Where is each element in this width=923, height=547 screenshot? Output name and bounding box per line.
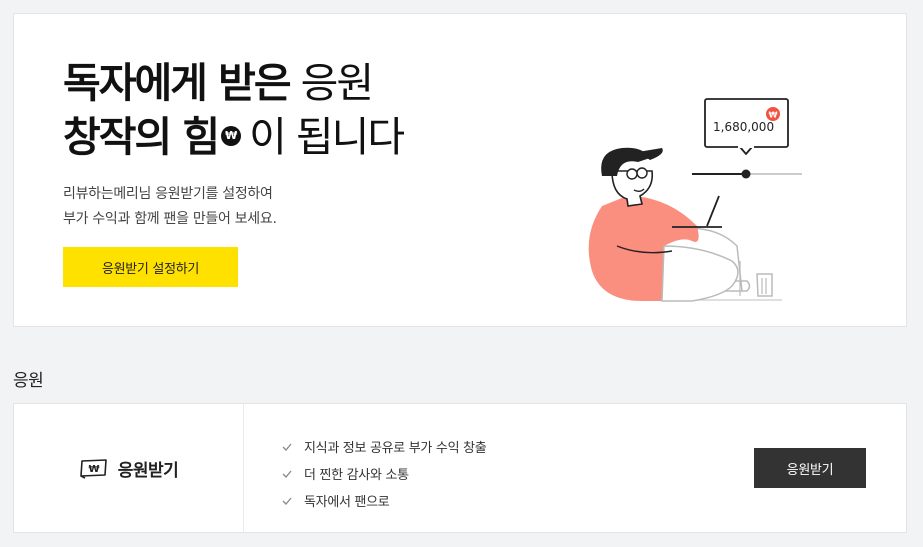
won-badge-symbol: ₩ (769, 111, 778, 120)
list-item: 독자에서 팬으로 (281, 487, 486, 514)
setup-support-button[interactable]: 응원받기 설정하기 (63, 247, 238, 287)
won-coin-icon: ₩ (221, 126, 242, 146)
benefit-list: 지식과 정보 공유로 부가 수익 창출 더 찐한 감사와 소통 독자에서 팬으로 (281, 433, 487, 514)
laptop-screen (706, 195, 720, 227)
hero-description: 리뷰하는메리님 응원받기를 설정하여 부가 수익과 함께 팬을 만들어 보세요. (63, 182, 277, 232)
hero-title-line1-bold: 독자에게 받은 (63, 59, 292, 107)
hero-description-line: 리뷰하는메리님 응원받기를 설정하여 (63, 186, 273, 202)
money-bill-icon: ₩ (79, 459, 107, 479)
amount-value: 1,680,000 (713, 120, 774, 134)
check-icon (282, 470, 292, 478)
benefit-text: 더 찐한 감사와 소통 (304, 468, 409, 483)
hero-title: 독자에게 받은 응원 창작의 힘 ₩ 이 됩니다 (63, 56, 405, 164)
slider-knob (741, 169, 751, 179)
list-item: 더 찐한 감사와 소통 (281, 460, 486, 487)
benefit-text: 독자에서 팬으로 (304, 495, 390, 510)
writer-laptop-illustration: ₩ 1,680,000 (588, 98, 802, 302)
benefit-text: 지식과 정보 공유로 부가 수익 창출 (304, 441, 487, 456)
support-card-brand: ₩ 응원받기 (14, 404, 244, 532)
hero-banner: 독자에게 받은 응원 창작의 힘 ₩ 이 됩니다 리뷰하는메리님 응원받기를 설정하… (13, 13, 907, 327)
hero-title-line1-thin: 응원 (300, 59, 374, 107)
list-item: 지식과 정보 공유로 부가 수익 창출 (281, 433, 487, 460)
hero-title-line2-bold: 창작의 힘 (63, 113, 220, 161)
check-icon (282, 443, 292, 451)
svg-text:₩: ₩ (88, 464, 99, 475)
support-card-label: 응원받기 (117, 460, 179, 481)
amount-card-pointer (739, 146, 753, 155)
hero-description-line: 부가 수익과 함께 팬을 만들어 보세요. (63, 211, 277, 227)
support-card: ₩ 응원받기 지식과 정보 공유로 부가 수익 창출 더 찐한 감사와 소통 독… (13, 403, 907, 533)
check-icon (282, 497, 292, 505)
receive-support-button[interactable]: 응원받기 (754, 448, 866, 488)
section-title: 응원 (13, 371, 44, 391)
hero-title-line2-thin: 이 됩니다 (249, 113, 405, 161)
